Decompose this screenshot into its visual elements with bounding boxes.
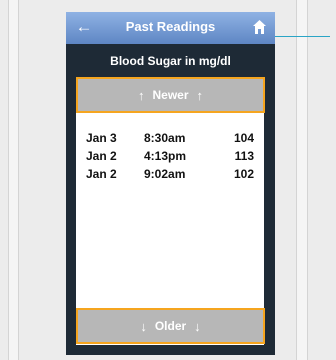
frame-line	[8, 0, 9, 360]
frame-line	[18, 0, 19, 360]
up-arrow-icon: ↑	[137, 87, 145, 103]
down-arrow-icon: ↓	[194, 318, 201, 334]
list-item: Jan 2 4:13pm 113	[76, 147, 264, 165]
up-arrow-icon: ↑	[196, 87, 204, 103]
newer-button[interactable]: ↑ Newer ↑	[76, 77, 265, 113]
phone-screen: ← Past Readings Blood Sugar in mg/dl ↑ N…	[66, 12, 275, 355]
title-bar: ← Past Readings	[66, 12, 275, 44]
list-item: Jan 3 8:30am 104	[76, 129, 264, 147]
reading-value: 104	[233, 131, 254, 145]
reading-date: Jan 2	[86, 167, 117, 181]
reading-date: Jan 2	[86, 149, 117, 163]
frame-line	[307, 0, 308, 360]
reading-time: 9:02am	[144, 167, 186, 181]
reading-value: 102	[233, 167, 254, 181]
reading-time: 8:30am	[144, 131, 186, 145]
newer-label: Newer	[152, 88, 189, 102]
frame-band-left	[8, 0, 18, 360]
home-icon[interactable]	[253, 20, 266, 34]
reading-value: 113	[234, 149, 254, 163]
frame-line	[296, 0, 297, 360]
readings-panel: ↑ Newer ↑ Jan 3 8:30am 104 Jan 2 4:13pm …	[76, 77, 265, 345]
down-arrow-icon: ↓	[140, 318, 147, 334]
readings-list: Jan 3 8:30am 104 Jan 2 4:13pm 113 Jan 2 …	[76, 129, 264, 183]
list-item: Jan 2 9:02am 102	[76, 165, 264, 183]
older-button[interactable]: ↓ Older ↓	[76, 308, 265, 344]
reading-date: Jan 3	[86, 131, 117, 145]
frame-band-right	[296, 0, 307, 360]
back-arrow-icon[interactable]: ←	[74, 17, 94, 37]
units-subtitle: Blood Sugar in mg/dl	[110, 54, 231, 68]
older-label: Older	[154, 319, 187, 333]
reading-time: 4:13pm	[144, 149, 187, 163]
page-title: Past Readings	[125, 19, 216, 34]
